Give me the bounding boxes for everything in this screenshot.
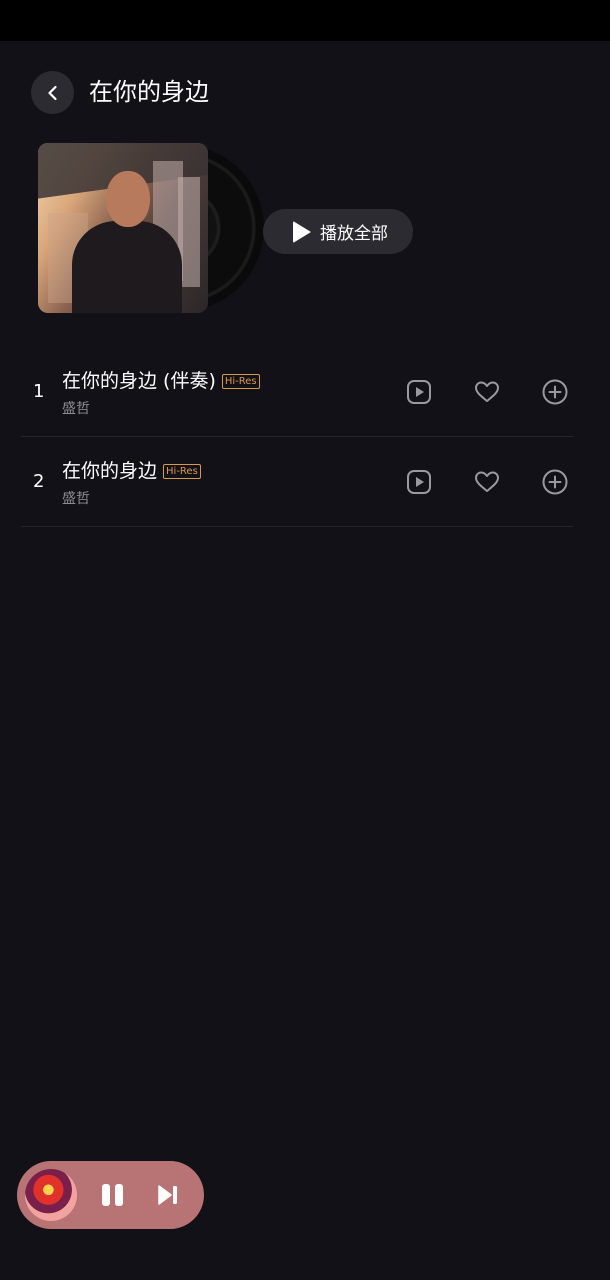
track-title: 在你的身边 [62,460,158,482]
track-row[interactable]: 2 在你的身边 Hi-Res 盛哲 [21,437,573,527]
pause-button[interactable] [101,1183,125,1207]
hi-res-badge: Hi-Res [163,463,201,479]
album-art[interactable] [38,143,264,313]
heart-icon [475,471,499,492]
like-button[interactable] [473,468,501,496]
video-play-icon [407,470,431,494]
play-icon [293,220,311,243]
track-index: 2 [33,471,45,492]
like-button[interactable] [473,378,501,406]
next-button[interactable] [157,1184,179,1206]
mini-player-cover[interactable] [25,1169,77,1221]
play-all-label: 播放全部 [320,224,388,244]
pause-icon [102,1184,110,1206]
play-video-button[interactable] [405,468,433,496]
hi-res-badge: Hi-Res [221,373,260,389]
heart-icon [475,381,499,402]
add-to-playlist-button[interactable] [541,468,569,496]
track-title: 在你的身边 (伴奏) [62,370,216,392]
chevron-left-icon [47,85,57,100]
page-title: 在你的身边 [89,78,209,106]
track-row[interactable]: 1 在你的身边 (伴奏) Hi-Res 盛哲 [21,347,573,437]
mini-player[interactable] [17,1161,204,1229]
track-list: 1 在你的身边 (伴奏) Hi-Res 盛哲 2 在你的身边 Hi-Res 盛哲 [21,347,573,527]
track-artist: 盛哲 [62,491,90,507]
skip-next-icon [158,1185,177,1205]
track-index: 1 [33,381,45,402]
play-video-button[interactable] [405,378,433,406]
status-bar [0,0,610,41]
track-artist: 盛哲 [62,401,90,417]
plus-circle-icon [542,379,568,405]
header: 在你的身边 [0,41,610,141]
play-all-button[interactable]: 播放全部 [263,209,413,254]
back-button[interactable] [31,71,74,114]
video-play-icon [407,380,431,404]
album-cover [38,143,208,313]
add-to-playlist-button[interactable] [541,378,569,406]
plus-circle-icon [542,469,568,495]
